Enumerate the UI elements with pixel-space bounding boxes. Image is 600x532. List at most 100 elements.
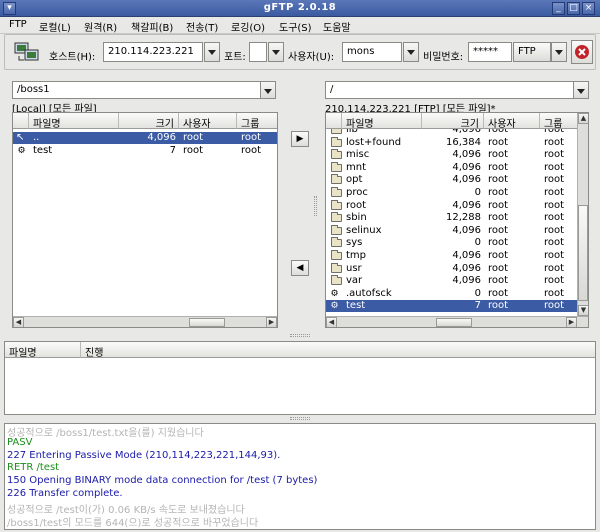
file-group: root (544, 250, 565, 261)
transfer-list[interactable]: 파일명 진행 (4, 341, 596, 415)
remote-file-list[interactable]: lib4,096rootrootlost+found16,384rootroot… (325, 112, 589, 328)
pane-resize-grip[interactable] (290, 334, 310, 337)
pane-resize-grip[interactable] (290, 417, 310, 420)
menu-help[interactable]: 도움말 (323, 19, 351, 34)
download-arrow-button[interactable]: ◀ (291, 260, 309, 276)
close-window-icon[interactable]: × (582, 2, 595, 15)
file-size: 4,096 (452, 161, 481, 173)
file-row[interactable]: lost+found 16,384 root root (326, 136, 577, 149)
file-size: 7 (169, 144, 176, 156)
protocol-select[interactable]: FTP (513, 42, 551, 62)
file-row[interactable]: opt 4,096 root root (326, 174, 577, 186)
file-name: .. (33, 132, 40, 143)
file-size: 7 (474, 300, 481, 312)
file-size: 4,096 (147, 132, 176, 143)
file-user: root (488, 149, 509, 161)
menu-bookmarks[interactable]: 책갈피(B) (131, 19, 173, 34)
menu-ftp[interactable]: FTP (9, 19, 27, 30)
disconnect-icon[interactable] (571, 40, 593, 64)
local-file-list[interactable]: 파일명 크기 사용자 그룹 ↖.. 4,096 root root ⚙ test 7 root… (12, 112, 278, 328)
file-row[interactable]: selinux 4,096 root root (326, 224, 577, 237)
menu-local[interactable]: 로컬(L) (39, 19, 71, 34)
scroll-right-icon[interactable]: ▶ (566, 317, 577, 327)
file-size: 0 (474, 187, 481, 198)
log-line: PASV (7, 436, 33, 448)
file-row[interactable]: tmp 4,096 root root (326, 250, 577, 262)
remote-vscroll-thumb[interactable] (578, 205, 588, 301)
file-row[interactable]: ⚙ .autofsck 0 root root (326, 288, 577, 300)
menu-transfer[interactable]: 전송(T) (186, 19, 218, 34)
maximize-icon[interactable]: □ (567, 2, 580, 15)
password-input[interactable]: ***** (468, 42, 512, 62)
folder-icon (331, 224, 342, 235)
file-row[interactable]: ↖.. 4,096 root root (13, 132, 277, 144)
log-line: 성공적으로 /boss1/test.txt을(를) 지웠습니다 (7, 428, 204, 439)
scroll-right-icon[interactable]: ▶ (266, 317, 277, 327)
folder-icon (331, 250, 342, 260)
file-row[interactable]: misc 4,096 root root (326, 149, 577, 161)
remote-header-select-icon[interactable] (326, 113, 342, 129)
file-row[interactable]: mnt 4,096 root root (326, 161, 577, 174)
file-row[interactable]: root 4,096 root root (326, 199, 577, 212)
remote-vscrollbar[interactable]: ▲ ▼ (577, 113, 588, 316)
file-name: mnt (346, 161, 366, 173)
scroll-up-icon[interactable]: ▲ (578, 113, 588, 124)
file-row[interactable]: usr 4,096 root root (326, 262, 577, 275)
port-input[interactable] (249, 42, 267, 62)
upload-arrow-button[interactable]: ▶ (291, 131, 309, 147)
folder-icon (331, 275, 342, 286)
file-row[interactable]: proc 0 root root (326, 187, 577, 199)
host-dropdown[interactable] (204, 42, 220, 62)
file-row[interactable]: ⚙ test 7 root root (326, 300, 577, 313)
menu-logging[interactable]: 로깅(O) (231, 19, 265, 34)
local-hscrollbar[interactable]: ◀ ▶ (13, 316, 277, 327)
remote-path-dropdown[interactable] (573, 81, 589, 99)
remote-hscroll-thumb[interactable] (436, 318, 472, 327)
transfer-header-progress[interactable]: 진행 (81, 342, 595, 359)
file-row[interactable]: sys 0 root root (326, 237, 577, 249)
remote-header-user[interactable]: 사용자 (484, 113, 540, 130)
scroll-down-icon[interactable]: ▼ (578, 305, 588, 316)
local-header-select-icon[interactable] (13, 113, 29, 129)
menu-tools[interactable]: 도구(S) (279, 19, 312, 34)
file-group: root (544, 275, 565, 287)
file-group: root (544, 262, 565, 274)
remote-hscrollbar[interactable]: ◀ ▶ (326, 316, 588, 327)
user-input[interactable]: mons (342, 42, 402, 62)
folder-icon (331, 212, 342, 223)
port-dropdown[interactable] (268, 42, 284, 62)
transfer-header-filename[interactable]: 파일명 (5, 342, 81, 359)
host-input[interactable]: 210.114.223.221 (103, 42, 203, 62)
minimize-icon[interactable]: _ (552, 2, 565, 15)
local-header-size[interactable]: 크기 (119, 113, 179, 130)
remote-header-size[interactable]: 크기 (422, 113, 484, 130)
local-path-input[interactable]: /boss1 (12, 81, 276, 99)
log-line: 227 Entering Passive Mode (210,114,223,2… (7, 449, 281, 461)
remote-path-input[interactable]: / (325, 81, 589, 99)
scroll-left-icon[interactable]: ◀ (326, 317, 337, 327)
scroll-left-icon[interactable]: ◀ (13, 317, 24, 327)
file-user: root (183, 144, 204, 156)
local-header-group[interactable]: 그룹 (237, 113, 277, 130)
remote-header-name[interactable]: 파일명 (342, 113, 422, 130)
protocol-dropdown[interactable] (551, 42, 567, 62)
file-row[interactable]: ⚙ test 7 root root (13, 145, 277, 157)
menu-remote[interactable]: 원격(R) (84, 19, 117, 34)
local-header-name[interactable]: 파일명 (29, 113, 119, 130)
log-line: 150 Opening BINARY mode data connection … (7, 475, 318, 487)
file-user: root (488, 187, 509, 198)
file-row[interactable]: sbin 12,288 root root (326, 212, 577, 224)
file-user: root (183, 132, 204, 143)
local-hscroll-thumb[interactable] (189, 318, 225, 327)
connect-icon[interactable] (14, 40, 40, 64)
folder-icon (331, 262, 342, 273)
file-group: root (241, 144, 262, 156)
user-dropdown[interactable] (403, 42, 419, 62)
remote-header-group[interactable]: 그룹 (540, 113, 578, 130)
pane-resize-grip[interactable] (314, 196, 317, 216)
log-panel[interactable]: 성공적으로 /boss1/test.txt을(를) 지웠습니다 PASV 227 E… (4, 423, 596, 530)
local-header-user[interactable]: 사용자 (179, 113, 237, 130)
file-user: root (488, 250, 509, 261)
file-row[interactable]: var 4,096 root root (326, 275, 577, 287)
local-path-dropdown[interactable] (260, 81, 276, 99)
